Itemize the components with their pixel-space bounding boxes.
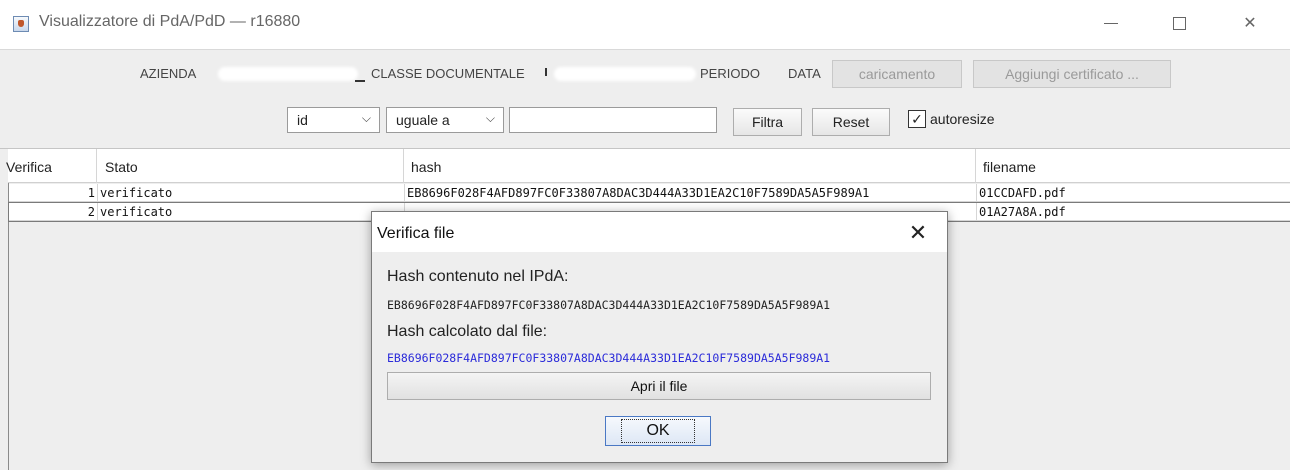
dialog-title: Verifica file [377,225,455,242]
table-row[interactable]: 1 verificato EB8696F028F4AFD897FC0F33807… [9,184,1290,202]
table-header: Verifica Stato hash filename [6,149,1290,183]
cell-stato: verificato [98,184,405,202]
column-header-stato[interactable]: Stato [97,149,404,183]
verifica-file-dialog: Verifica file ✕ Hash contenuto nel IPdA:… [371,211,948,463]
column-header-filename[interactable]: filename [976,149,1290,183]
azienda-label: AZIENDA [140,66,197,81]
maximize-icon [1172,16,1186,30]
minimize-button[interactable] [1090,5,1132,41]
maximize-button[interactable] [1158,5,1200,41]
hash-file-value: EB8696F028F4AFD897FC0F33807A8DAC3D444A33… [387,351,831,365]
dialog-title-bar: Verifica file ✕ [372,212,947,252]
caricamento-button[interactable]: caricamento [832,60,962,88]
filtra-button[interactable]: Filtra [733,108,802,136]
hash-ipda-value: EB8696F028F4AFD897FC0F33807A8DAC3D444A33… [387,298,831,312]
reset-button[interactable]: Reset [812,108,890,136]
operator-select-value: uguale a [396,112,450,128]
azienda-redacted-value [218,67,358,81]
close-icon: ✕ [908,220,928,245]
close-icon: ✕ [1243,15,1257,32]
dialog-close-button[interactable]: ✕ [904,219,932,247]
cell-hash: EB8696F028F4AFD897FC0F33807A8DAC3D444A33… [405,184,977,202]
autoresize-label[interactable]: autoresize [930,111,995,127]
periodo-label: PERIODO [700,66,760,81]
azienda-value-edge [355,80,365,82]
classe-value-edge [545,68,547,76]
cell-stato: verificato [98,203,405,221]
aggiungi-certificato-button[interactable]: Aggiungi certificato ... [973,60,1171,88]
hash-ipda-label: Hash contenuto nel IPdA: [387,268,569,285]
chevron-down-icon: ⌵ [361,111,371,125]
column-header-hash[interactable]: hash [404,149,976,183]
window-title: Visualizzatore di PdA/PdD — r16880 [39,13,301,30]
data-label: DATA [788,66,821,81]
java-cup-icon [13,16,29,32]
cell-filename: 01CCDAFD.pdf [977,184,1290,202]
classe-documentale-label: CLASSE DOCUMENTALE [371,66,525,81]
field-select[interactable]: id ⌵ [287,107,380,133]
title-bar: Visualizzatore di PdA/PdD — r16880 ✕ [0,0,1290,50]
minimize-icon [1104,22,1118,24]
filter-value-input[interactable] [509,107,717,133]
apri-il-file-button[interactable]: Apri il file [387,372,931,400]
column-header-verifica[interactable]: Verifica [0,149,97,183]
toolbar-panel: AZIENDA CLASSE DOCUMENTALE PERIODO DATA … [0,50,1290,149]
check-icon: ✓ [911,111,923,127]
hash-file-label: Hash calcolato dal file: [387,323,548,340]
ok-button-label: OK [621,419,695,443]
cell-filename: 01A27A8A.pdf [977,203,1290,221]
chevron-down-icon: ⌵ [485,111,495,125]
ok-button[interactable]: OK [605,416,711,446]
cell-verifica: 2 [9,203,98,221]
cell-verifica: 1 [9,184,98,202]
close-window-button[interactable]: ✕ [1229,5,1271,41]
field-select-value: id [297,112,308,128]
operator-select[interactable]: uguale a ⌵ [386,107,504,133]
classe-redacted-value [554,67,696,81]
autoresize-checkbox[interactable]: ✓ [908,110,926,128]
